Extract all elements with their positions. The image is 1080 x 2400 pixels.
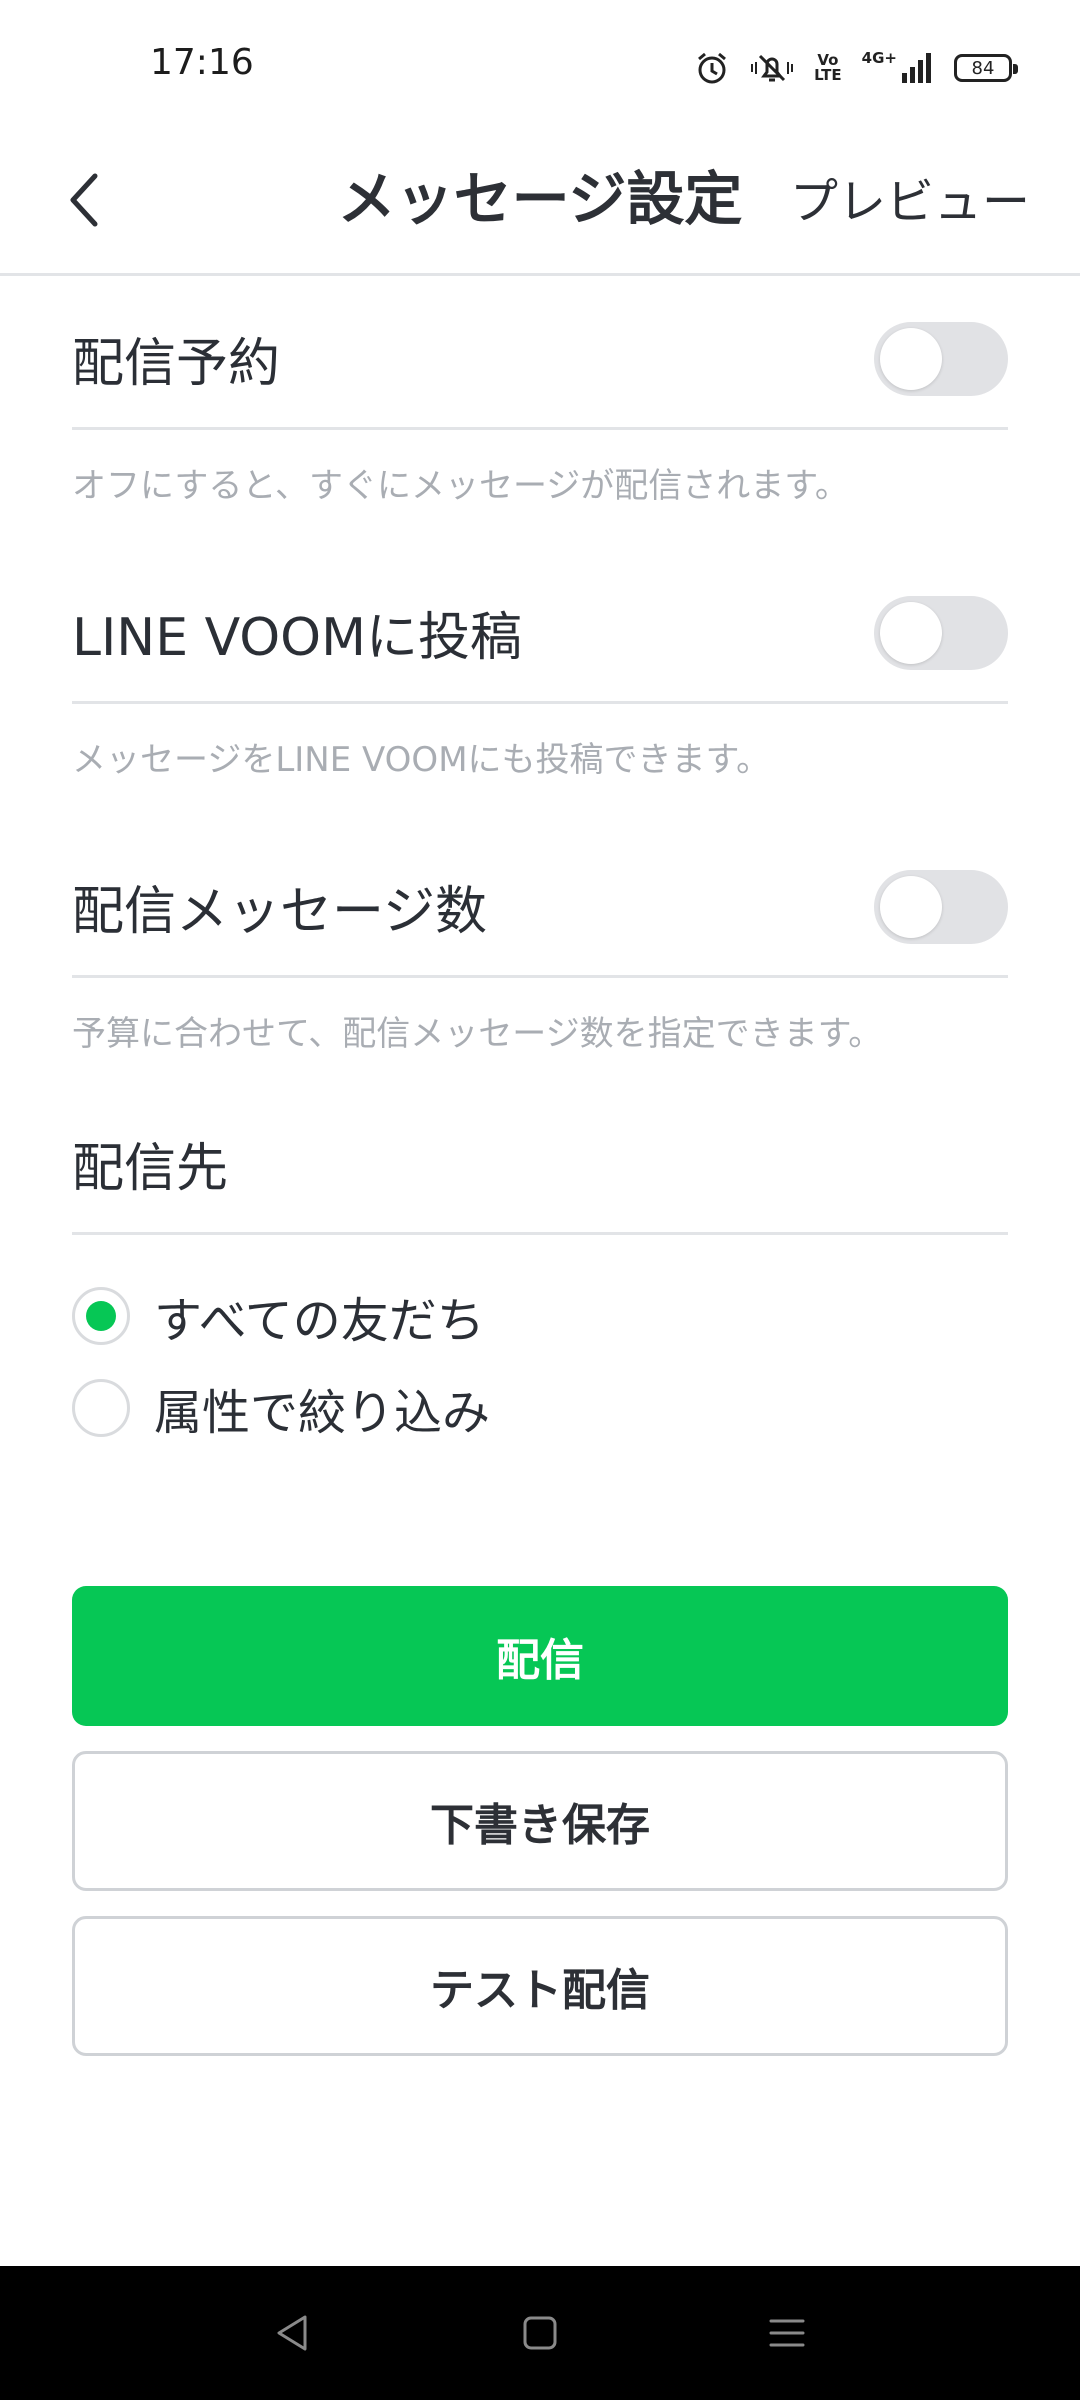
schedule-label: 配信予約 (72, 334, 281, 394)
header: メッセージ設定 プレビュー (0, 130, 1080, 276)
radio-label: 属性で絞り込み (154, 1385, 491, 1441)
recipients-radio-group: すべての友だち 属性で絞り込み (72, 1270, 1008, 1454)
schedule-description: オフにすると、すぐにメッセージが配信されます。 (72, 466, 849, 506)
schedule-row: 配信予約 (72, 290, 1008, 430)
schedule-setting: 配信予約 オフにすると、すぐにメッセージが配信されます。 (72, 290, 1008, 507)
status-icons: Vo LTE 4G+ 84 (694, 46, 1018, 90)
alarm-icon (694, 50, 730, 86)
menu-lines-icon (769, 2319, 805, 2347)
volte-icon: Vo LTE (814, 51, 842, 84)
nav-menu-button[interactable] (747, 2293, 827, 2373)
voom-setting: LINE VOOMに投稿 メッセージをLINE VOOMにも投稿できます。 (72, 564, 1008, 781)
radio-label: すべての友だち (154, 1293, 485, 1349)
toggle-knob (880, 327, 942, 390)
preview-button[interactable]: プレビュー (790, 162, 1030, 232)
screen: 17:16 Vo LTE 4G+ 84 メッセージ設定 プレビュー 配信予約 オ… (0, 0, 1080, 2400)
nav-home-button[interactable] (500, 2293, 580, 2373)
recipients-setting: 配信先 (72, 1095, 1008, 1235)
voom-description: メッセージをLINE VOOMにも投稿できます。 (72, 740, 771, 780)
message-count-setting: 配信メッセージ数 予算に合わせて、配信メッセージ数を指定できます。 (72, 838, 1008, 1055)
mute-bell-icon (750, 50, 794, 86)
test-send-button[interactable]: テスト配信 (72, 1916, 1008, 2056)
battery-icon: 84 (954, 54, 1018, 82)
voom-row: LINE VOOMに投稿 (72, 564, 1008, 704)
radio-all-friends[interactable]: すべての友だち (72, 1270, 1008, 1362)
network-label: 4G+ (861, 49, 897, 67)
radio-filter-attributes[interactable]: 属性で絞り込み (72, 1362, 1008, 1454)
triangle-back-icon (277, 2315, 307, 2351)
recipients-row: 配信先 (72, 1095, 1008, 1235)
radio-button[interactable] (72, 1379, 130, 1437)
system-nav-bar (0, 2266, 1080, 2400)
status-time: 17:16 (150, 42, 254, 83)
voom-toggle[interactable] (874, 595, 1008, 670)
toggle-knob (880, 875, 942, 938)
toggle-knob (880, 601, 942, 664)
message-count-label: 配信メッセージ数 (72, 882, 487, 942)
battery-level: 84 (971, 57, 995, 79)
radio-dot (86, 1301, 116, 1331)
save-draft-button[interactable]: 下書き保存 (72, 1751, 1008, 1891)
recipients-label: 配信先 (72, 1139, 229, 1199)
send-button[interactable]: 配信 (72, 1586, 1008, 1726)
nav-back-button[interactable] (253, 2293, 333, 2373)
square-home-icon (523, 2316, 557, 2350)
signal-icon: 4G+ (862, 51, 934, 85)
radio-button-selected[interactable] (72, 1287, 130, 1345)
schedule-toggle[interactable] (874, 321, 1008, 396)
voom-label: LINE VOOMに投稿 (72, 608, 522, 668)
message-count-description: 予算に合わせて、配信メッセージ数を指定できます。 (72, 1014, 883, 1054)
message-count-row: 配信メッセージ数 (72, 838, 1008, 978)
status-bar: 17:16 Vo LTE 4G+ 84 (0, 0, 1080, 130)
message-count-toggle[interactable] (874, 869, 1008, 944)
